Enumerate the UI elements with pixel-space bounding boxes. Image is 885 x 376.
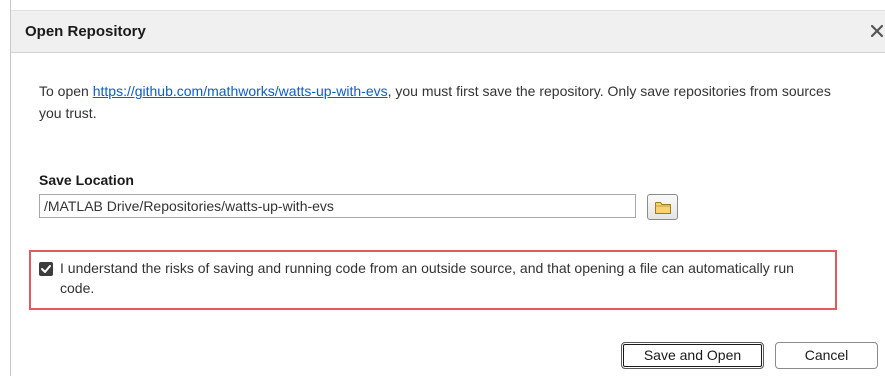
consent-checkbox[interactable] <box>39 262 53 276</box>
dialog-titlebar: Open Repository <box>11 10 885 53</box>
dialog-message: To open https://github.com/mathworks/wat… <box>39 80 839 124</box>
open-repository-dialog: Open Repository To open https://github.c… <box>10 0 885 376</box>
close-icon[interactable] <box>870 20 885 42</box>
consent-label: I understand the risks of saving and run… <box>60 260 794 296</box>
folder-icon <box>655 202 671 214</box>
checkmark-icon <box>41 265 51 273</box>
save-location-label: Save Location <box>39 172 134 188</box>
save-location-input[interactable] <box>39 194 636 218</box>
repository-link[interactable]: https://github.com/mathworks/watts-up-wi… <box>93 83 388 99</box>
browse-folder-button[interactable] <box>647 194 678 220</box>
cancel-button[interactable]: Cancel <box>775 342 878 369</box>
message-prefix: To open <box>39 83 93 99</box>
dialog-title: Open Repository <box>25 23 146 40</box>
save-and-open-button[interactable]: Save and Open <box>621 342 764 369</box>
